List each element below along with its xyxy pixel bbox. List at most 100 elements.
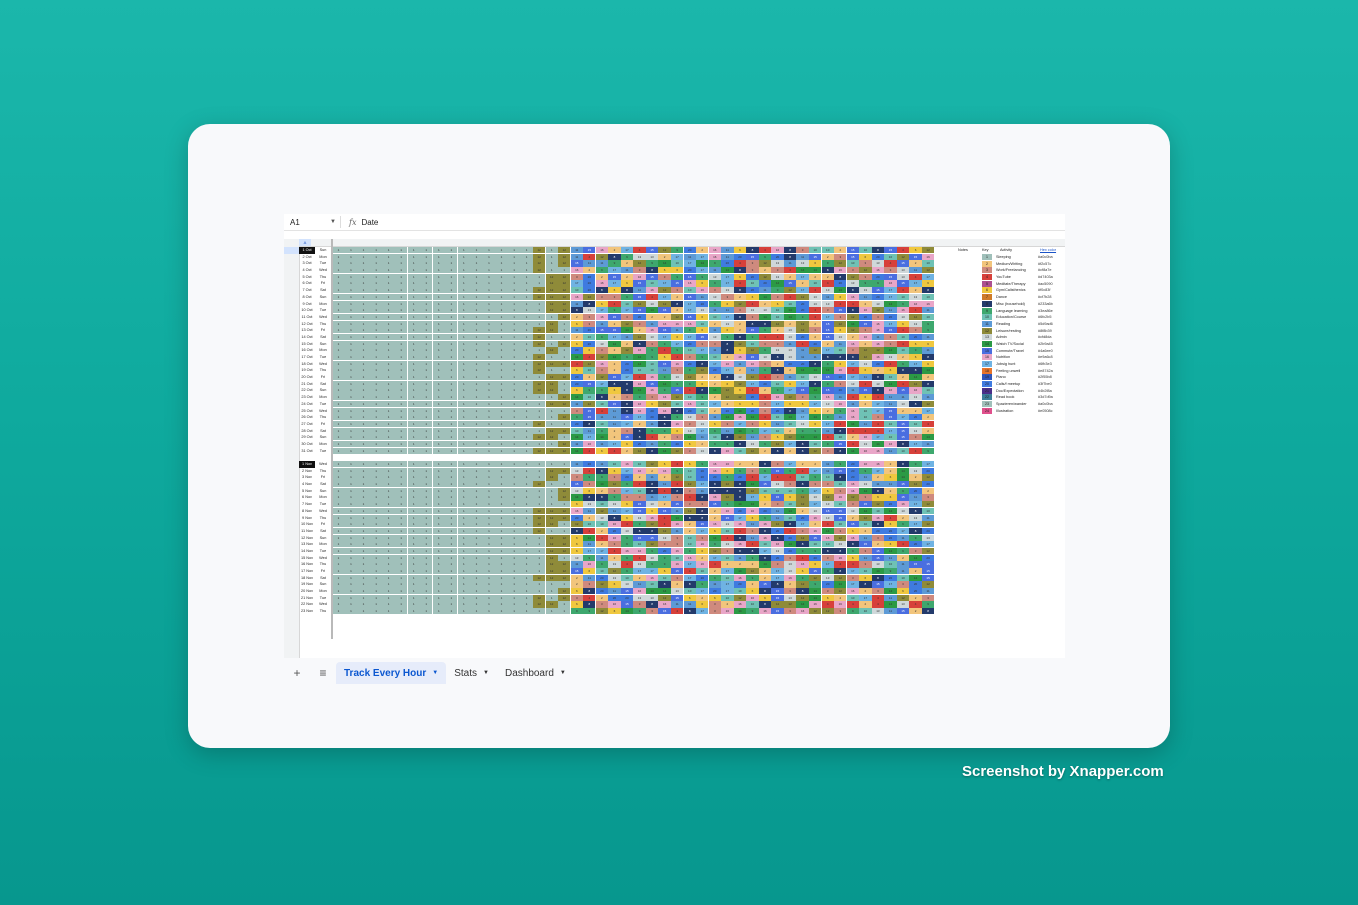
hour-cell[interactable]: 1 [445,374,458,381]
hour-cell[interactable]: 1 [420,300,433,307]
hour-cell[interactable]: 20 [859,313,872,321]
hour-cell[interactable]: 4 [658,347,671,354]
hour-cell[interactable]: 17 [696,253,709,260]
hour-cell[interactable]: 17 [696,347,709,354]
hour-cell[interactable]: 1 [382,347,395,354]
hour-cell[interactable]: 6 [758,420,772,428]
hour-cell[interactable]: 2 [809,461,822,468]
hour-cell[interactable]: 1 [357,333,370,341]
hour-cell[interactable]: 13 [733,374,747,381]
hour-cell[interactable]: 1 [445,481,458,488]
hour-cell[interactable]: 1 [432,287,445,294]
hour-cell[interactable]: 10 [921,387,935,394]
hour-cell[interactable]: 1 [344,588,358,595]
hour-cell[interactable]: 4 [758,414,772,421]
hour-cell[interactable]: 1 [382,588,395,595]
hour-cell[interactable]: 13 [721,287,734,294]
hour-cell[interactable]: 20 [884,313,897,321]
hour-cell[interactable]: 2 [834,247,847,254]
hour-cell[interactable]: 4 [834,420,847,428]
hour-cell[interactable]: 1 [420,394,433,401]
hour-cell[interactable]: 20 [746,407,759,414]
hour-cell[interactable]: 14 [921,367,935,374]
hour-cell[interactable]: 1 [369,481,383,488]
hour-cell[interactable]: 1 [382,260,395,267]
hour-cell[interactable]: 1 [332,320,345,327]
hour-cell[interactable]: 2 [871,541,885,548]
hour-cell[interactable]: 1 [394,594,408,601]
hour-cell[interactable]: 1 [344,494,358,501]
hour-cell[interactable]: 13 [909,293,922,300]
hour-cell[interactable]: 17 [859,594,872,601]
all-sheets-menu-icon[interactable]: ≡ [310,666,336,680]
hour-cell[interactable]: 1 [457,494,471,501]
date-row[interactable]: 5 Nov Sun [299,488,331,495]
hour-cell[interactable]: 2 [896,374,910,381]
hour-cell[interactable]: 20 [921,481,935,488]
hour-cell[interactable]: 10 [696,320,709,327]
date-cell[interactable]: 8 Oct [299,294,315,301]
hour-cell[interactable]: 1 [520,253,533,260]
hour-cell[interactable]: 1 [520,447,533,454]
hour-cell[interactable]: 14 [658,380,671,387]
hour-cell[interactable]: 20 [758,507,772,514]
hour-cell[interactable]: 16 [909,300,922,307]
hour-cell[interactable]: 12 [545,534,558,541]
hour-cell[interactable]: 11 [921,394,935,401]
date-cell[interactable]: 6 Oct [299,280,315,287]
weekday-cell[interactable]: Tue [315,448,331,455]
hour-cell[interactable]: 1 [344,601,358,608]
hour-cell[interactable]: 1 [507,320,521,327]
hour-cell[interactable]: 9 [821,360,834,367]
hour-cell[interactable]: 9 [846,608,859,615]
hour-cell[interactable]: 12 [533,247,546,254]
hour-cell[interactable]: 11 [595,461,609,468]
hour-cell[interactable]: 6 [733,400,747,407]
hour-cell[interactable]: 12 [796,501,809,508]
hour-cell[interactable]: 9 [595,387,609,394]
hour-cell[interactable]: 3 [633,267,646,274]
date-row[interactable]: 14 Oct Sat [299,334,331,341]
hour-cell[interactable]: 11 [645,420,659,428]
hour-cell[interactable]: 1 [470,260,483,267]
hour-cell[interactable]: 10 [921,293,935,300]
weekday-cell[interactable]: Tue [315,548,331,555]
weekday-cell[interactable]: Tue [315,401,331,408]
hour-cell[interactable]: 2 [658,474,671,481]
hour-cell[interactable]: 3 [696,501,709,508]
hour-cell[interactable]: 2 [758,568,772,575]
hour-cell[interactable]: 1 [482,414,496,421]
date-cell[interactable]: 22 Nov [299,601,315,608]
hour-cell[interactable]: 4 [758,394,772,401]
hour-cell[interactable]: 14 [783,313,797,321]
hour-cell[interactable]: 12 [533,260,546,267]
hour-cell[interactable]: 1 [344,481,358,488]
hour-cell[interactable]: 16 [633,347,646,354]
hour-cell[interactable]: 16 [909,387,922,394]
hour-cell[interactable]: 15 [758,481,772,488]
hour-cell[interactable]: 1 [495,541,508,548]
hour-cell[interactable]: 1 [533,494,546,501]
hour-cell[interactable]: 1 [495,434,508,441]
hour-cell[interactable]: 13 [859,360,872,367]
hour-cell[interactable]: 4 [809,307,822,314]
hour-cell[interactable]: 14 [746,481,759,488]
hour-cell[interactable]: 11 [821,427,834,434]
hour-cell[interactable]: 11 [595,440,609,448]
hour-cell[interactable]: 1 [394,287,408,294]
hour-cell[interactable]: 1 [495,527,508,535]
hour-cell[interactable]: 12 [783,601,797,608]
hour-cell[interactable]: 6 [583,568,596,575]
hour-cell[interactable]: 1 [457,347,471,354]
weekday-cell[interactable]: Tue [315,307,331,314]
hour-cell[interactable]: 1 [357,588,370,595]
hour-cell[interactable]: 14 [771,280,784,287]
hour-cell[interactable]: 16 [721,360,734,367]
hour-cell[interactable]: 10 [708,434,721,441]
hour-cell[interactable]: 17 [884,320,897,327]
hour-cell[interactable]: 1 [507,367,521,374]
hour-cell[interactable]: 1 [332,574,345,581]
hour-cell[interactable]: 1 [369,247,383,254]
hour-cell[interactable]: 16 [721,507,734,514]
hour-cell[interactable]: 15 [796,387,809,394]
